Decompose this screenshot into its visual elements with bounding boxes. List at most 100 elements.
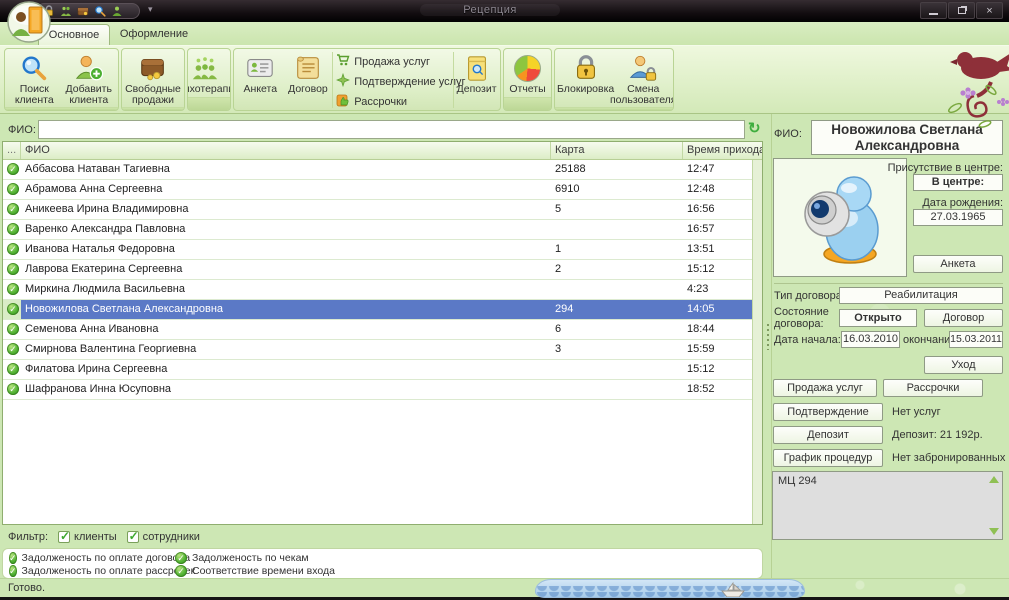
client-time: 12:47: [683, 160, 762, 179]
client-time: 13:51: [683, 240, 762, 259]
ribbon-tab-row: Основное Оформление: [0, 22, 1009, 45]
table-header[interactable]: ... ФИО Карта Время прихода: [3, 142, 762, 160]
contract-button[interactable]: Договор: [285, 50, 332, 110]
table-row[interactable]: Новожилова Светлана Александровна29414:0…: [3, 300, 762, 320]
deposit-detail-button[interactable]: Депозит: [773, 426, 883, 444]
search-client-button[interactable]: Поиск клиента: [7, 50, 62, 106]
ribbon-button-label: Психотерапия: [187, 84, 231, 95]
clients-table: ... ФИО Карта Время прихода Аббасова Нат…: [2, 141, 763, 525]
minimize-button[interactable]: [920, 2, 947, 19]
scroll-down-icon[interactable]: [989, 528, 999, 535]
close-button[interactable]: ×: [976, 2, 1003, 19]
client-card: [551, 280, 683, 299]
table-row[interactable]: Филатова Ирина Сергеевна15:12: [3, 360, 762, 380]
refresh-icon[interactable]: ↻: [748, 119, 761, 137]
legend-check-icon: [175, 552, 187, 564]
filter-clients-checkbox[interactable]: клиенты: [58, 531, 117, 543]
installments-button[interactable]: Рассрочки: [883, 379, 983, 397]
notes-area[interactable]: МЦ 294: [772, 471, 1003, 540]
status-check-icon: [3, 320, 21, 339]
table-row[interactable]: Варенко Александра Павловна16:57: [3, 220, 762, 240]
lock-workstation-button[interactable]: Блокировка: [557, 50, 614, 106]
ribbon-button-label: Смена пользователя: [610, 84, 674, 106]
presence-label: Присутствие в центре:: [888, 162, 1003, 174]
status-check-icon: [3, 220, 21, 239]
anketa-detail-button[interactable]: Анкета: [913, 255, 1003, 273]
client-name: Новожилова Светлана Александровна: [21, 300, 551, 319]
ribbon-button-label: Отчеты: [509, 84, 545, 95]
contract-type-box: Реабилитация: [839, 287, 1003, 304]
maximize-button[interactable]: [948, 2, 975, 19]
add-client-button[interactable]: Добавить клиента: [62, 50, 117, 106]
ribbon-group-selected-client: Анкета Договор Продажа услуг Подтвержден…: [233, 48, 501, 111]
sale-services-item[interactable]: Продажа услуг: [336, 53, 448, 70]
table-row[interactable]: Абрамова Анна Сергеевна691012:48: [3, 180, 762, 200]
wallet-icon[interactable]: [77, 5, 89, 17]
sale-services-button[interactable]: Продажа услуг: [773, 379, 877, 397]
client-name: Миркина Людмила Васильевна: [21, 280, 551, 299]
birthdate-value-box: 27.03.1965: [913, 209, 1003, 226]
client-time: 18:52: [683, 380, 762, 399]
leave-button[interactable]: Уход: [924, 356, 1003, 374]
table-row[interactable]: Лаврова Екатерина Сергеевна215:12: [3, 260, 762, 280]
table-scrollbar[interactable]: [752, 160, 762, 524]
contract-detail-button[interactable]: Договор: [924, 309, 1003, 327]
lock-icon: [571, 52, 601, 84]
tab-design[interactable]: Оформление: [112, 24, 196, 45]
psychotherapy-button[interactable]: Психотерапия: [187, 50, 231, 96]
table-row[interactable]: Смирнова Валентина Георгиевна315:59: [3, 340, 762, 360]
ribbon-group-psychotherapy: Психотерапия: [187, 48, 231, 111]
confirm-services-item[interactable]: Подтверждение услуг: [336, 73, 448, 90]
status-text: Готово.: [8, 582, 45, 594]
window-title: Рецепция: [420, 4, 560, 16]
group-icon[interactable]: [60, 5, 72, 17]
table-row[interactable]: Семенова Анна Ивановна618:44: [3, 320, 762, 340]
table-row[interactable]: Аббасова Натаван Тагиевна2518812:47: [3, 160, 762, 180]
confirm-services-button[interactable]: Подтверждение услуг: [773, 403, 883, 421]
add-user-icon: [74, 52, 104, 84]
status-check-icon: [3, 340, 21, 359]
client-name: Аббасова Натаван Тагиевна: [21, 160, 551, 179]
column-header-time[interactable]: Время прихода: [683, 142, 762, 159]
table-row[interactable]: Миркина Людмила Васильевна4:23: [3, 280, 762, 300]
wallet-icon: [138, 52, 168, 84]
column-header-name[interactable]: ФИО: [21, 142, 551, 159]
ribbon-list-label: Продажа услуг: [354, 56, 430, 68]
ribbon-group-security: Блокировка Смена пользователя Безопаснос…: [554, 48, 674, 111]
column-header-icon[interactable]: ...: [3, 142, 21, 159]
filter-staff-checkbox[interactable]: сотрудники: [127, 531, 200, 543]
table-row[interactable]: Шафранова Инна Юсуповна18:52: [3, 380, 762, 400]
table-row[interactable]: Иванова Наталья Федоровна113:51: [3, 240, 762, 260]
status-check-icon: [3, 180, 21, 199]
client-card: 2: [551, 260, 683, 279]
client-card: 6910: [551, 180, 683, 199]
change-user-button[interactable]: Смена пользователя: [614, 50, 672, 106]
deposit-status-text: Депозит: 21 192р.: [892, 429, 983, 441]
quick-access-dropdown-icon[interactable]: ▾: [148, 4, 153, 15]
status-check-icon: [3, 300, 21, 319]
client-name: Филатова Ирина Сергеевна: [21, 360, 551, 379]
filter-staff-label: сотрудники: [143, 531, 200, 543]
column-header-card[interactable]: Карта: [551, 142, 683, 159]
reports-button[interactable]: Отчеты: [506, 50, 549, 96]
anketa-button[interactable]: Анкета: [236, 50, 285, 110]
group-icon: [190, 52, 220, 84]
table-row[interactable]: Аникеева Ирина Владимировна516:56: [3, 200, 762, 220]
search-icon[interactable]: [94, 5, 106, 17]
schedule-button[interactable]: График процедур: [773, 449, 883, 467]
user-icon[interactable]: [111, 5, 123, 17]
status-check-icon: [3, 360, 21, 379]
fio-search-input[interactable]: [38, 120, 745, 139]
fio-search-label: ФИО:: [8, 124, 36, 136]
water-decoration: [535, 579, 805, 598]
client-card: 1: [551, 240, 683, 259]
free-sales-button[interactable]: Свободные продажи: [124, 50, 182, 106]
scroll-up-icon[interactable]: [989, 476, 999, 483]
thumb-icon: [336, 93, 350, 110]
table-body: Аббасова Натаван Тагиевна2518812:47Абрам…: [3, 160, 762, 400]
installments-item[interactable]: Рассрочки: [336, 93, 448, 110]
ribbon-button-label: Депозит: [457, 84, 497, 95]
client-card: 5: [551, 200, 683, 219]
deposit-button[interactable]: Депозит: [455, 50, 498, 110]
app-menu-button[interactable]: [7, 1, 52, 43]
